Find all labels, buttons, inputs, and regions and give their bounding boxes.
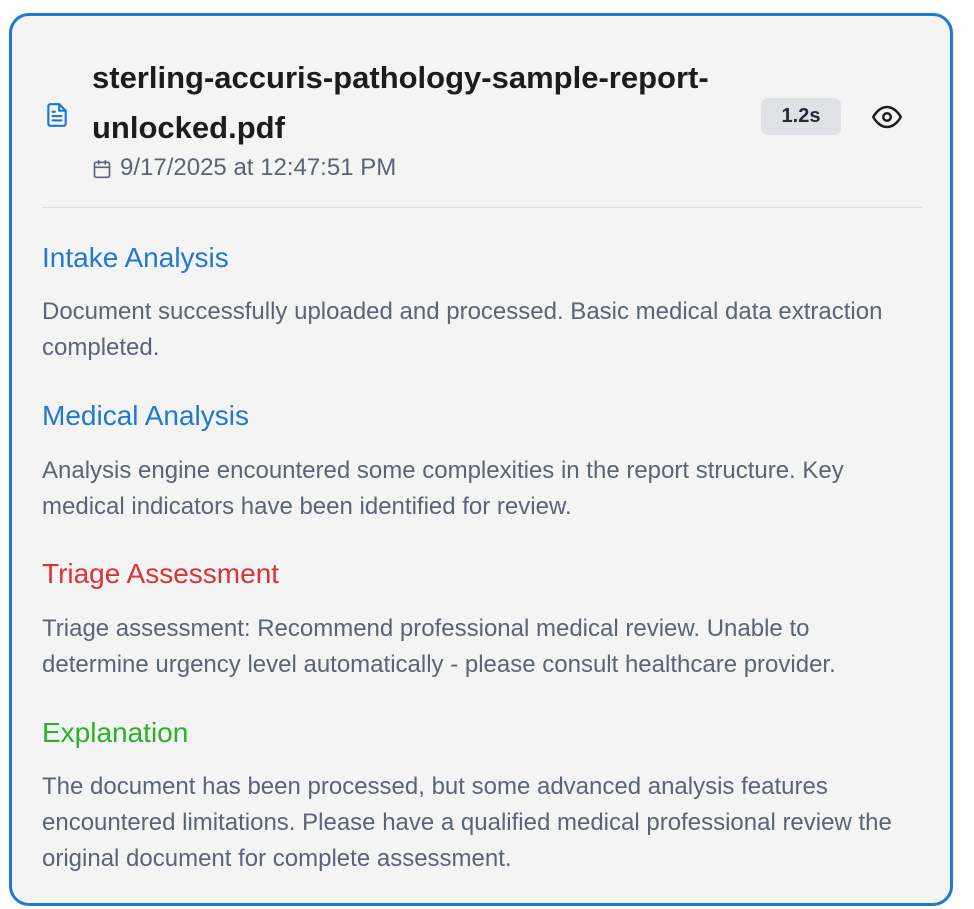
section-body-medical: Analysis engine encountered some complex… bbox=[42, 457, 844, 520]
header-divider bbox=[42, 207, 922, 208]
section-title-medical: Medical Analysis bbox=[42, 400, 249, 431]
file-text-icon bbox=[44, 101, 70, 129]
card-header: sterling-accuris-pathology-sample-report… bbox=[42, 50, 922, 208]
duration-badge: 1.2s bbox=[761, 98, 841, 135]
file-date: 9/17/2025 at 12:47:51 PM bbox=[120, 154, 397, 181]
eye-icon[interactable] bbox=[872, 102, 902, 132]
report-card: sterling-accuris-pathology-sample-report… bbox=[9, 13, 953, 906]
section-title-intake: Intake Analysis bbox=[42, 242, 229, 273]
file-date-row: 9/17/2025 at 12:47:51 PM bbox=[92, 154, 396, 182]
calendar-icon bbox=[92, 158, 112, 179]
file-name: sterling-accuris-pathology-sample-report… bbox=[92, 60, 709, 145]
section-body-explanation: The document has been processed, but som… bbox=[42, 773, 892, 872]
section-body-intake: Document successfully uploaded and proce… bbox=[42, 298, 883, 361]
section-title-explanation: Explanation bbox=[42, 717, 189, 748]
section-body-triage: Triage assessment: Recommend professiona… bbox=[42, 615, 836, 678]
section-title-triage: Triage Assessment bbox=[42, 558, 280, 589]
